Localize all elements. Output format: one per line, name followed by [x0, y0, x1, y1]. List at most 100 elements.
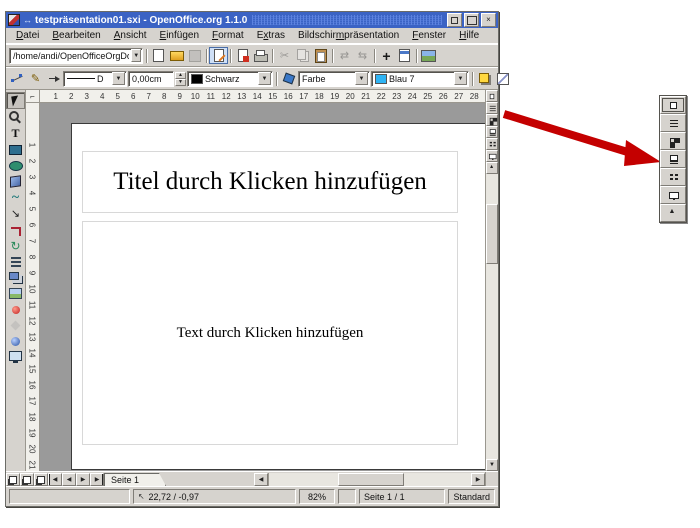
scroll-down-button[interactable]: ▼ [486, 459, 498, 471]
url-dropdown-icon[interactable]: ▼ [131, 49, 141, 62]
view-mode-master-button[interactable] [20, 473, 34, 486]
curve-tool-icon[interactable] [7, 190, 24, 205]
minimize-button[interactable] [447, 13, 462, 27]
line-width-stepper[interactable]: ▲▼ [175, 72, 186, 85]
next-page-button[interactable]: ▶ [76, 473, 90, 486]
fill-type-combo[interactable]: Farbe ▼ [298, 71, 370, 87]
redo-icon[interactable] [354, 48, 371, 63]
page-tab[interactable]: Seite 1 [104, 473, 166, 486]
connector-tool-icon[interactable] [7, 222, 24, 237]
area-dialog-icon[interactable] [494, 71, 511, 86]
stepper-down-icon[interactable]: ▼ [175, 79, 186, 86]
rotate-tool-icon[interactable] [7, 238, 24, 253]
select-tool-icon[interactable] [6, 92, 25, 109]
menu-bildschirmpr-sentation[interactable]: Bildschirmpräsentation [292, 29, 405, 42]
line-arrow-tool-icon[interactable] [7, 206, 24, 221]
line-style-dropdown-icon[interactable]: ▼ [112, 72, 125, 85]
line-width-field[interactable]: 0,00cm [128, 71, 174, 87]
fill-color-dropdown-icon[interactable]: ▼ [454, 72, 467, 85]
arrow-ends-icon[interactable] [45, 71, 62, 86]
slide-view-button[interactable] [660, 132, 686, 150]
export-pdf-icon[interactable] [234, 48, 251, 63]
paste-icon[interactable] [312, 48, 329, 63]
new-document-icon[interactable] [150, 48, 167, 63]
arrange-tool-icon[interactable] [7, 270, 24, 285]
scroll-left-button[interactable]: ◀ [254, 473, 268, 486]
cut-icon[interactable] [276, 48, 293, 63]
outline-view-button[interactable] [660, 114, 686, 132]
menu-bearbeiten[interactable]: Bearbeiten [46, 29, 106, 42]
document-url-combo[interactable]: /home/andi/OpenOfficeOrgDokumente/Op ▼ [9, 48, 143, 64]
handout-view-button[interactable] [486, 138, 498, 150]
scroll-right-button[interactable]: ▶ [471, 473, 485, 486]
copy-icon[interactable] [294, 48, 311, 63]
gallery-icon[interactable] [420, 48, 437, 63]
fill-type-dropdown-icon[interactable]: ▼ [355, 72, 368, 85]
object3d-tool-icon[interactable] [7, 174, 24, 189]
menu-ansicht[interactable]: Ansicht [108, 29, 153, 42]
scroll-up-button[interactable] [660, 204, 686, 222]
drawing-view-button[interactable] [486, 90, 498, 102]
line-color-dropdown-icon[interactable]: ▼ [258, 72, 271, 85]
view-mode-page-button[interactable] [6, 473, 20, 486]
open-icon[interactable] [168, 48, 185, 63]
line-color-combo[interactable]: Schwarz ▼ [187, 71, 273, 87]
prev-page-button[interactable]: ◀ [62, 473, 76, 486]
slide-canvas[interactable]: Titel durch Klicken hinzufügen Text durc… [71, 123, 485, 470]
text-placeholder[interactable]: Text durch Klicken hinzufügen [82, 221, 458, 445]
view-mode-layer-button[interactable] [34, 473, 48, 486]
notes-view-button[interactable] [660, 150, 686, 168]
titlebar[interactable]: ↔ testpräsentation01.sxi - OpenOffice.or… [6, 12, 498, 28]
maximize-button[interactable] [464, 13, 479, 27]
stylist-icon[interactable] [396, 48, 413, 63]
scroll-up-button[interactable] [486, 162, 498, 174]
menu-hilfe[interactable]: Hilfe [453, 29, 485, 42]
vertical-scroll-thumb[interactable] [486, 204, 498, 264]
status-zoom-cell[interactable]: 82% [299, 489, 336, 504]
menu-format[interactable]: Format [206, 29, 250, 42]
first-page-button[interactable]: ◀ [48, 473, 62, 486]
align-tool-icon[interactable] [7, 254, 24, 269]
stepper-up-icon[interactable]: ▲ [175, 72, 186, 79]
undo-icon[interactable] [336, 48, 353, 63]
interaction-tool-icon[interactable] [7, 318, 24, 333]
pen-icon[interactable] [27, 71, 44, 86]
fill-color-combo[interactable]: Blau 7 ▼ [371, 71, 469, 87]
handout-view-button[interactable] [660, 168, 686, 186]
effects3d-tool-icon[interactable] [7, 334, 24, 349]
start-presentation-button[interactable] [486, 150, 498, 162]
menu-datei[interactable]: Datei [10, 29, 45, 42]
presentation-box-tool-icon[interactable] [7, 350, 24, 365]
pin-icon[interactable]: ↔ [23, 15, 32, 25]
slide-view-button[interactable] [486, 114, 498, 126]
last-page-button[interactable]: ▶ [90, 473, 104, 486]
tabstop-selector[interactable]: ⌐ [26, 90, 40, 103]
notes-view-button[interactable] [486, 126, 498, 138]
rectangle-tool-icon[interactable] [7, 142, 24, 157]
fill-bucket-icon[interactable] [280, 71, 297, 86]
print-icon[interactable] [252, 48, 269, 63]
resize-corner[interactable] [485, 472, 498, 486]
shadow-icon[interactable] [476, 71, 493, 86]
effects-tool-icon[interactable] [7, 302, 24, 317]
line-style-combo[interactable]: D ▼ [63, 71, 127, 87]
text-tool-icon[interactable] [7, 126, 24, 141]
app-icon[interactable] [8, 14, 20, 26]
menu-fenster[interactable]: Fenster [406, 29, 452, 42]
horizontal-scroll-thumb[interactable] [338, 473, 405, 486]
drawing-view-button[interactable] [660, 96, 686, 114]
title-placeholder[interactable]: Titel durch Klicken hinzufügen [82, 151, 458, 213]
menu-einf-gen[interactable]: Einfügen [154, 29, 205, 42]
zoom-tool-icon[interactable] [7, 110, 24, 125]
save-icon[interactable] [186, 48, 203, 63]
outline-view-button[interactable] [486, 102, 498, 114]
ellipse-tool-icon[interactable] [7, 158, 24, 173]
close-button[interactable]: × [481, 13, 496, 27]
edit-points-icon[interactable] [9, 71, 26, 86]
menu-extras[interactable]: Extras [251, 29, 291, 42]
vertical-scrollbar[interactable] [486, 174, 498, 459]
start-presentation-button[interactable] [660, 186, 686, 204]
insert-tool-icon[interactable] [7, 286, 24, 301]
edit-file-icon[interactable] [210, 48, 227, 63]
navigator-icon[interactable] [378, 48, 395, 63]
